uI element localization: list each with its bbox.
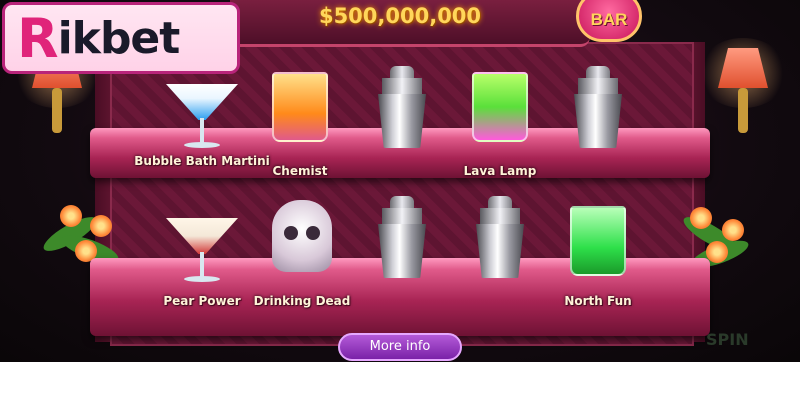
more-info-button[interactable]: More info — [338, 333, 462, 361]
cocktail-shaker-icon — [374, 66, 430, 148]
cocktail-shaker-icon — [374, 196, 430, 278]
lava-lamp-glass-icon — [472, 72, 528, 142]
drink-label: Lava Lamp — [463, 164, 537, 178]
drink-label: Chemist — [272, 164, 328, 178]
logo-initial: R — [17, 6, 59, 70]
drink-slot-locked[interactable] — [548, 66, 648, 148]
drink-label: North Fun — [564, 294, 632, 308]
wall-lamp-right-icon — [698, 38, 788, 138]
martini-glass-icon — [162, 196, 242, 286]
skull-mug-icon — [272, 200, 332, 272]
cocktail-shaker-icon — [472, 196, 528, 278]
logo-text: ikbet — [57, 12, 181, 64]
drink-slot[interactable]: Pear Power — [152, 196, 252, 308]
bar-scene: $500,000,000 BAR Bubble Bath Martini Che… — [0, 0, 800, 362]
drink-slot[interactable]: Lava Lamp — [450, 72, 550, 178]
rikbet-logo[interactable]: Rikbet — [2, 2, 240, 74]
north-fun-glass-icon — [570, 206, 626, 276]
drink-slot[interactable]: Bubble Bath Martini — [134, 62, 270, 168]
drink-label: Drinking Dead — [253, 294, 351, 308]
bar-badge-button[interactable]: BAR — [576, 0, 642, 42]
drink-slot-locked[interactable] — [352, 66, 452, 148]
martini-glass-icon — [162, 62, 242, 152]
chemist-glass-icon — [272, 72, 328, 142]
drink-slot[interactable]: North Fun — [548, 206, 648, 308]
drink-slot-locked[interactable] — [352, 196, 452, 278]
drink-slot[interactable]: Chemist — [250, 72, 350, 178]
page-background — [0, 362, 800, 400]
background-spin-text: SPIN — [706, 330, 749, 349]
jackpot-amount: $500,000,000 — [318, 4, 482, 28]
drink-slot[interactable]: Drinking Dead — [252, 200, 352, 308]
cocktail-shaker-icon — [570, 66, 626, 148]
drink-slot-locked[interactable] — [450, 196, 550, 278]
